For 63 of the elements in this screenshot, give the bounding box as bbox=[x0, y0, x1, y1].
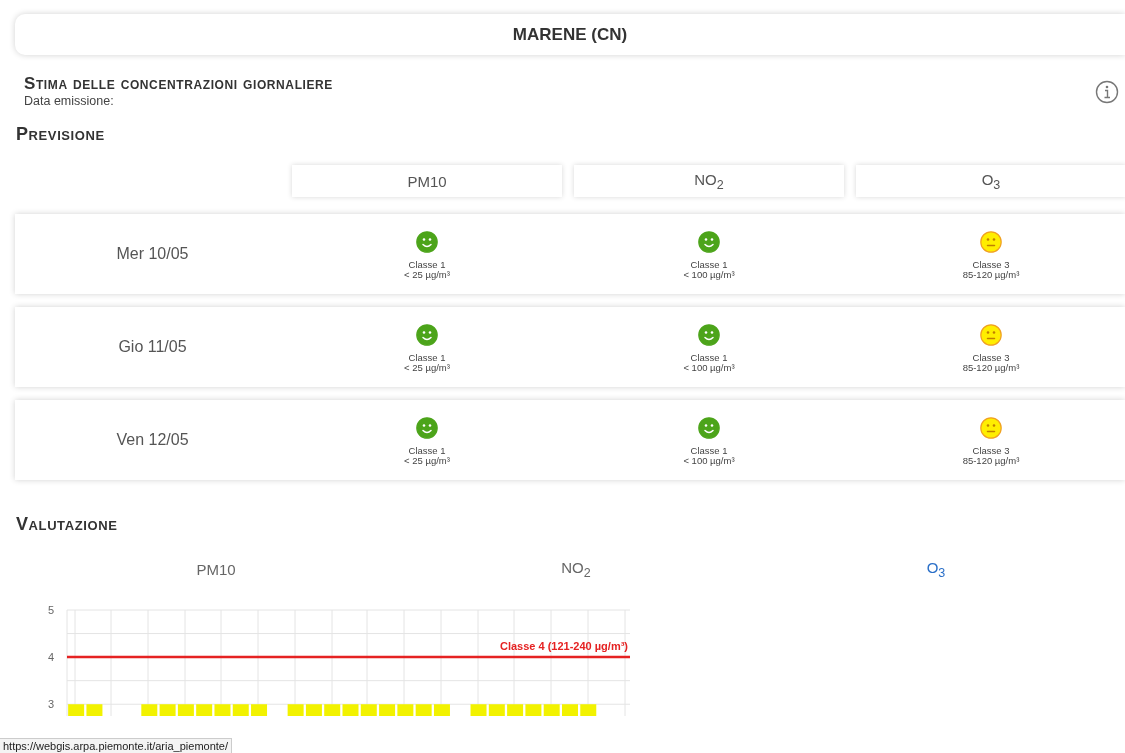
bar bbox=[433, 704, 450, 716]
y-axis-tick-label: 5 bbox=[47, 604, 54, 616]
y-axis-tick-label: 4 bbox=[47, 651, 54, 664]
bar bbox=[324, 704, 341, 716]
bar bbox=[287, 704, 304, 716]
station-title: MARENE (CN) bbox=[512, 24, 628, 45]
bar bbox=[196, 704, 213, 716]
bar bbox=[68, 704, 85, 716]
issue-date-label: Data emissione: bbox=[24, 94, 115, 108]
class-label: Classe 1 bbox=[408, 445, 446, 456]
bar bbox=[580, 704, 597, 716]
class-label: Classe 3 bbox=[972, 352, 1010, 363]
bar bbox=[543, 704, 560, 716]
bar bbox=[470, 704, 487, 716]
bar bbox=[525, 704, 542, 716]
bar bbox=[488, 704, 505, 716]
pollutant-tab[interactable]: PM10 bbox=[196, 559, 236, 580]
range-label: 85-120 µg/m³ bbox=[962, 455, 1020, 466]
class-label: Classe 1 bbox=[690, 259, 728, 270]
range-label: < 25 µg/m³ bbox=[404, 362, 450, 373]
class-label: Classe 1 bbox=[408, 352, 446, 363]
section-heading: Stima delle concentrazioni giornaliere bbox=[24, 74, 333, 94]
pollutant-tab[interactable]: O$_{3}$ bbox=[926, 559, 946, 580]
bar bbox=[342, 704, 359, 716]
section-heading: Valutazione bbox=[16, 514, 119, 535]
bar bbox=[232, 704, 249, 716]
class-label: Classe 3 bbox=[972, 259, 1010, 270]
pollutant-tab[interactable]: NO$_{2}$ bbox=[561, 559, 591, 580]
bar bbox=[397, 704, 414, 716]
section-heading: Previsione bbox=[16, 124, 106, 145]
status-url: https://webgis.arpa.piemonte.it/aria_piemonte/ bbox=[0, 738, 233, 753]
column-header: O$_{3}$ bbox=[981, 170, 1001, 192]
y-axis-tick-label: 3 bbox=[47, 698, 54, 711]
bar bbox=[305, 704, 322, 716]
column-header: PM10 bbox=[407, 172, 447, 190]
bar bbox=[251, 704, 268, 716]
threshold-label: Classe 4 (121-240 µg/m³) bbox=[500, 640, 628, 653]
bar bbox=[562, 704, 578, 716]
bar bbox=[86, 704, 103, 716]
bar bbox=[214, 704, 231, 716]
bar bbox=[379, 704, 396, 716]
bar bbox=[360, 704, 377, 716]
range-label: < 25 µg/m³ bbox=[404, 269, 450, 280]
range-label: < 100 µg/m³ bbox=[683, 455, 735, 466]
bar bbox=[177, 704, 194, 716]
range-label: < 100 µg/m³ bbox=[683, 362, 735, 373]
class-label: Classe 1 bbox=[690, 445, 728, 456]
range-label: 85-120 µg/m³ bbox=[962, 362, 1020, 373]
date-label: Ven 12/05 bbox=[115, 431, 190, 449]
range-label: < 100 µg/m³ bbox=[683, 269, 735, 280]
class-label: Classe 1 bbox=[690, 352, 728, 363]
range-label: < 25 µg/m³ bbox=[404, 455, 450, 466]
date-label: Mer 10/05 bbox=[115, 245, 190, 263]
bar bbox=[415, 704, 432, 716]
class-label: Classe 1 bbox=[408, 259, 446, 270]
bar bbox=[141, 704, 158, 716]
column-header: NO$_{2}$ bbox=[694, 170, 724, 192]
bar bbox=[159, 704, 176, 716]
class-label: Classe 3 bbox=[972, 445, 1010, 456]
info-icon[interactable] bbox=[1095, 80, 1119, 104]
date-label: Gio 11/05 bbox=[117, 338, 188, 356]
bar bbox=[507, 704, 524, 716]
range-label: 85-120 µg/m³ bbox=[962, 269, 1020, 280]
